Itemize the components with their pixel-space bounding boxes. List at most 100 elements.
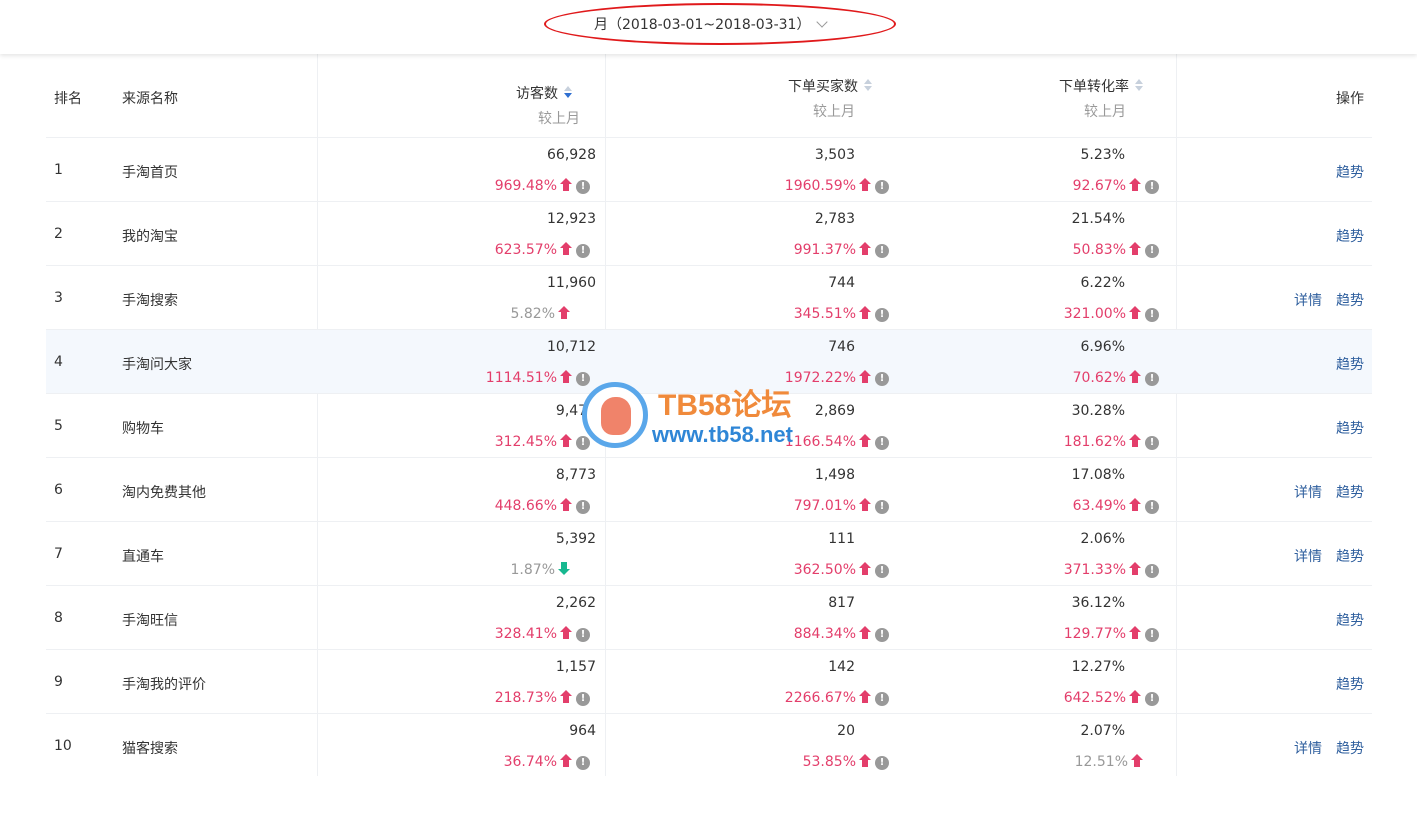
change-value: 448.66% [494, 498, 557, 514]
info-icon[interactable]: ! [875, 180, 889, 194]
sort-icon[interactable] [864, 79, 872, 93]
conversion-value: 21.54% [1071, 211, 1125, 227]
visitors-value: 1,157 [555, 659, 596, 675]
table-row: 2 我的淘宝 12,923 623.57%! 2,783 991.37%! 21… [46, 202, 1372, 266]
row-actions: 详情 趋势 [1280, 546, 1364, 566]
info-icon[interactable]: ! [1145, 308, 1159, 322]
info-icon[interactable]: ! [576, 628, 590, 642]
visitors-change: 623.57%! [495, 241, 590, 259]
row-actions: 趋势 [1322, 354, 1364, 374]
arrow-up-icon [1129, 178, 1141, 191]
conversion-value: 17.08% [1071, 467, 1125, 483]
detail-link[interactable]: 详情 [1294, 549, 1322, 565]
arrow-up-icon [859, 498, 871, 511]
change-value: 884.34% [793, 626, 856, 642]
arrow-up-icon [560, 626, 572, 639]
info-icon[interactable]: ! [875, 308, 889, 322]
info-icon[interactable]: ! [1145, 628, 1159, 642]
info-icon[interactable]: ! [875, 564, 889, 578]
arrow-up-icon [1131, 754, 1143, 767]
arrow-up-icon [1129, 434, 1141, 447]
info-icon[interactable]: ! [576, 180, 590, 194]
trend-link[interactable]: 趋势 [1336, 613, 1364, 629]
change-value: 50.83% [1072, 242, 1126, 258]
rank-cell: 2 [54, 226, 63, 242]
info-icon[interactable]: ! [875, 756, 889, 770]
conversion-change: 50.83%! [1073, 241, 1159, 259]
chevron-down-icon [816, 16, 829, 28]
trend-link[interactable]: 趋势 [1336, 677, 1364, 693]
header-conversion-compare: 较上月 [1084, 104, 1126, 120]
info-icon[interactable]: ! [875, 500, 889, 514]
info-icon[interactable]: ! [576, 500, 590, 514]
header-buyers[interactable]: 下单买家数 [788, 76, 872, 96]
arrow-up-icon [859, 754, 871, 767]
change-value: 623.57% [494, 242, 557, 258]
info-icon[interactable]: ! [1145, 244, 1159, 258]
info-icon[interactable]: ! [1145, 564, 1159, 578]
trend-link[interactable]: 趋势 [1336, 549, 1364, 565]
trend-link[interactable]: 趋势 [1336, 741, 1364, 757]
conversion-value: 36.12% [1071, 595, 1125, 611]
trend-link[interactable]: 趋势 [1336, 165, 1364, 181]
buyers-value: 2,783 [814, 211, 855, 227]
info-icon[interactable]: ! [875, 244, 889, 258]
header-visitors[interactable]: 访客数 [516, 83, 572, 103]
change-value: 1166.54% [784, 434, 856, 450]
visitors-change: 312.45%! [495, 433, 590, 451]
change-value: 328.41% [494, 626, 557, 642]
conversion-value: 6.22% [1080, 275, 1125, 291]
rank-cell: 3 [54, 290, 63, 306]
conversion-value: 2.06% [1080, 531, 1125, 547]
change-value: 991.37% [793, 242, 856, 258]
visitors-change: 969.48%! [495, 177, 590, 195]
detail-link[interactable]: 详情 [1294, 741, 1322, 757]
rank-cell: 10 [54, 738, 72, 754]
source-name: 直通车 [122, 549, 164, 565]
detail-link[interactable]: 详情 [1294, 293, 1322, 309]
arrow-up-icon [1129, 498, 1141, 511]
source-name: 我的淘宝 [122, 229, 178, 245]
row-actions: 详情 趋势 [1280, 738, 1364, 758]
arrow-up-icon [560, 754, 572, 767]
trend-link[interactable]: 趋势 [1336, 421, 1364, 437]
arrow-up-icon [859, 370, 871, 383]
trend-link[interactable]: 趋势 [1336, 357, 1364, 373]
info-icon[interactable]: ! [576, 372, 590, 386]
trend-link[interactable]: 趋势 [1336, 229, 1364, 245]
visitors-value: 5,392 [555, 531, 596, 547]
info-icon[interactable]: ! [875, 372, 889, 386]
info-icon[interactable]: ! [576, 244, 590, 258]
arrow-up-icon [859, 626, 871, 639]
detail-link[interactable]: 详情 [1294, 485, 1322, 501]
sort-icon[interactable] [1135, 79, 1143, 93]
trend-link[interactable]: 趋势 [1336, 293, 1364, 309]
change-value: 642.52% [1063, 690, 1126, 706]
source-name: 猫客搜索 [122, 741, 178, 757]
rank-cell: 6 [54, 482, 63, 498]
conversion-change: 642.52%! [1064, 689, 1159, 707]
buyers-value: 3,503 [814, 147, 855, 163]
info-icon[interactable]: ! [875, 692, 889, 706]
info-icon[interactable]: ! [1145, 692, 1159, 706]
buyers-value: 1,498 [814, 467, 855, 483]
info-icon[interactable]: ! [1145, 180, 1159, 194]
buyers-change: 1960.59%! [785, 177, 889, 195]
info-icon[interactable]: ! [1145, 436, 1159, 450]
buyers-change: 2266.67%! [785, 689, 889, 707]
header-conversion[interactable]: 下单转化率 [1059, 76, 1143, 96]
sort-icon[interactable] [564, 86, 572, 100]
info-icon[interactable]: ! [1145, 500, 1159, 514]
info-icon[interactable]: ! [576, 692, 590, 706]
table-row: 10 猫客搜索 964 36.74%! 20 53.85%! 2.07% 12.… [46, 714, 1372, 778]
period-dropdown[interactable]: 月（2018-03-01~2018-03-31） [594, 14, 829, 34]
arrow-up-icon [1129, 562, 1141, 575]
info-icon[interactable]: ! [875, 436, 889, 450]
buyers-change: 1166.54%! [785, 433, 889, 451]
info-icon[interactable]: ! [576, 756, 590, 770]
info-icon[interactable]: ! [1145, 372, 1159, 386]
info-icon[interactable]: ! [875, 628, 889, 642]
info-icon[interactable]: ! [576, 436, 590, 450]
trend-link[interactable]: 趋势 [1336, 485, 1364, 501]
rank-cell: 8 [54, 610, 63, 626]
